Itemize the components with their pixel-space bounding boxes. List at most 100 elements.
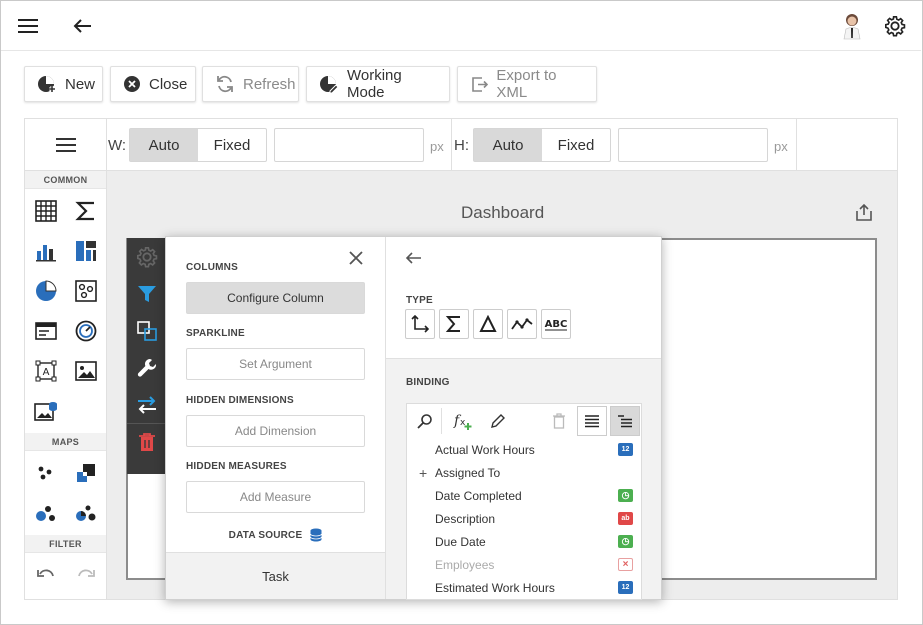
svg-text:A: A: [42, 367, 49, 378]
top-bar: [1, 1, 921, 51]
list-item: Employees ×: [407, 553, 641, 576]
export-label: Export to XML: [496, 67, 557, 101]
back-arrow-icon[interactable]: [404, 251, 422, 270]
section-filter: FILTER: [25, 535, 106, 553]
treemap-icon[interactable]: [66, 231, 106, 271]
trash-icon[interactable]: [127, 423, 167, 460]
refresh-icon: [215, 74, 235, 94]
bound-image-icon[interactable]: [26, 391, 66, 431]
arrow-left-icon[interactable]: [69, 13, 95, 39]
width-auto-option[interactable]: Auto: [130, 129, 198, 161]
new-dashboard-icon: [37, 74, 57, 94]
type-header: TYPE: [406, 295, 433, 306]
export-icon: [470, 74, 489, 94]
field-list: Actual Work Hours 12 + Assigned To Date …: [406, 438, 642, 600]
edit-icon[interactable]: [490, 413, 506, 434]
list-item[interactable]: Due Date ◷: [407, 530, 641, 553]
width-fixed-option[interactable]: Fixed: [198, 129, 266, 161]
numeric-type-badge: 12: [618, 443, 633, 456]
height-input[interactable]: [618, 128, 768, 162]
field-name: Description: [435, 511, 496, 526]
list-item[interactable]: Estimated Work Hours 12: [407, 576, 641, 599]
wrench-icon[interactable]: [127, 349, 167, 386]
scatter-chart-icon[interactable]: [66, 271, 106, 311]
swap-icon[interactable]: [127, 386, 167, 423]
undo-icon[interactable]: [26, 555, 66, 595]
field-name: Due Date: [435, 534, 486, 549]
delta-type-icon[interactable]: [473, 309, 503, 339]
text-box-icon[interactable]: A: [26, 351, 66, 391]
binding-header: BINDING: [406, 377, 450, 388]
add-calculated-field-icon[interactable]: fx: [453, 411, 475, 436]
list-item[interactable]: + Assigned To: [407, 461, 641, 484]
size-bar: W: Auto Fixed px H: Auto Fixed px: [107, 119, 897, 171]
toolbox-menu-icon[interactable]: [25, 119, 106, 171]
hamburger-icon[interactable]: [15, 13, 41, 39]
width-input[interactable]: [274, 128, 424, 162]
abc-type-icon[interactable]: ABC: [541, 309, 571, 339]
delete-field-icon[interactable]: [552, 413, 566, 434]
close-button[interactable]: Close: [110, 66, 196, 102]
tree-view-icon[interactable]: [610, 406, 640, 436]
pie-map-icon[interactable]: [66, 493, 106, 533]
add-dimension-button[interactable]: Add Dimension: [186, 415, 365, 447]
width-unit: px: [430, 139, 444, 154]
grid-icon[interactable]: [26, 191, 66, 231]
choropleth-map-icon[interactable]: [66, 453, 106, 493]
list-item[interactable]: Actual Work Hours 12: [407, 438, 641, 461]
height-label: H:: [454, 137, 469, 154]
flat-list-view-icon[interactable]: [577, 406, 607, 436]
date-type-badge: ◷: [618, 489, 633, 502]
share-icon[interactable]: [855, 203, 873, 226]
binding-section: BINDING fx Actual Work Hours 12 + Assign…: [386, 358, 661, 600]
item-menu: [127, 238, 167, 474]
pie-chart-icon[interactable]: [26, 271, 66, 311]
numeric-type-badge: 12: [618, 581, 633, 594]
bubble-map-icon[interactable]: [26, 493, 66, 533]
list-item[interactable]: Date Completed ◷: [407, 484, 641, 507]
empty-tool-slot: [66, 391, 106, 431]
set-argument-button[interactable]: Set Argument: [186, 348, 365, 380]
dashboard-title[interactable]: Dashboard: [461, 203, 544, 223]
image-icon[interactable]: [66, 351, 106, 391]
refresh-button[interactable]: Refresh: [202, 66, 299, 102]
dimension-type-icon[interactable]: [405, 309, 435, 339]
avatar[interactable]: [839, 13, 865, 40]
height-fixed-option[interactable]: Fixed: [542, 129, 610, 161]
height-auto-option[interactable]: Auto: [474, 129, 542, 161]
field-name: Estimated Work Hours: [435, 580, 555, 595]
geo-point-map-icon[interactable]: [26, 453, 66, 493]
gauge-icon[interactable]: [66, 311, 106, 351]
expand-icon[interactable]: +: [419, 465, 427, 481]
bar-chart-icon[interactable]: [26, 231, 66, 271]
search-icon[interactable]: [417, 413, 433, 434]
list-item[interactable]: Description ab: [407, 507, 641, 530]
data-items-panel: COLUMNS Configure Column SPARKLINE Set A…: [166, 237, 386, 599]
working-mode-button[interactable]: Working Mode: [306, 66, 450, 102]
filter-icon[interactable]: [127, 275, 167, 312]
export-xml-button[interactable]: Export to XML: [457, 66, 597, 102]
binding-panel: TYPE ABC BINDING fx Actual Work Hours 12: [386, 237, 661, 600]
sparkline-type-icon[interactable]: [507, 309, 537, 339]
data-source-name[interactable]: Task: [166, 552, 385, 599]
gear-icon[interactable]: [882, 13, 908, 39]
string-type-badge: ab: [618, 512, 633, 525]
close-icon[interactable]: [347, 249, 365, 272]
svg-text:ABC: ABC: [545, 319, 568, 330]
convert-icon[interactable]: [127, 312, 167, 349]
close-label: Close: [149, 75, 188, 93]
configure-column-button[interactable]: Configure Column: [186, 282, 365, 314]
width-label: W:: [108, 137, 127, 154]
add-measure-button[interactable]: Add Measure: [186, 481, 365, 513]
width-mode-segment: Auto Fixed: [129, 128, 267, 162]
new-button[interactable]: New: [24, 66, 103, 102]
redo-icon[interactable]: [66, 555, 106, 595]
card-icon[interactable]: [26, 311, 66, 351]
measure-type-icon[interactable]: [439, 309, 469, 339]
sigma-icon[interactable]: [66, 191, 106, 231]
divider: [441, 408, 442, 434]
hidden-measures-header: HIDDEN MEASURES: [186, 461, 287, 472]
date-type-badge: ◷: [618, 535, 633, 548]
field-name: Assigned To: [435, 465, 501, 480]
settings-icon[interactable]: [127, 238, 167, 275]
